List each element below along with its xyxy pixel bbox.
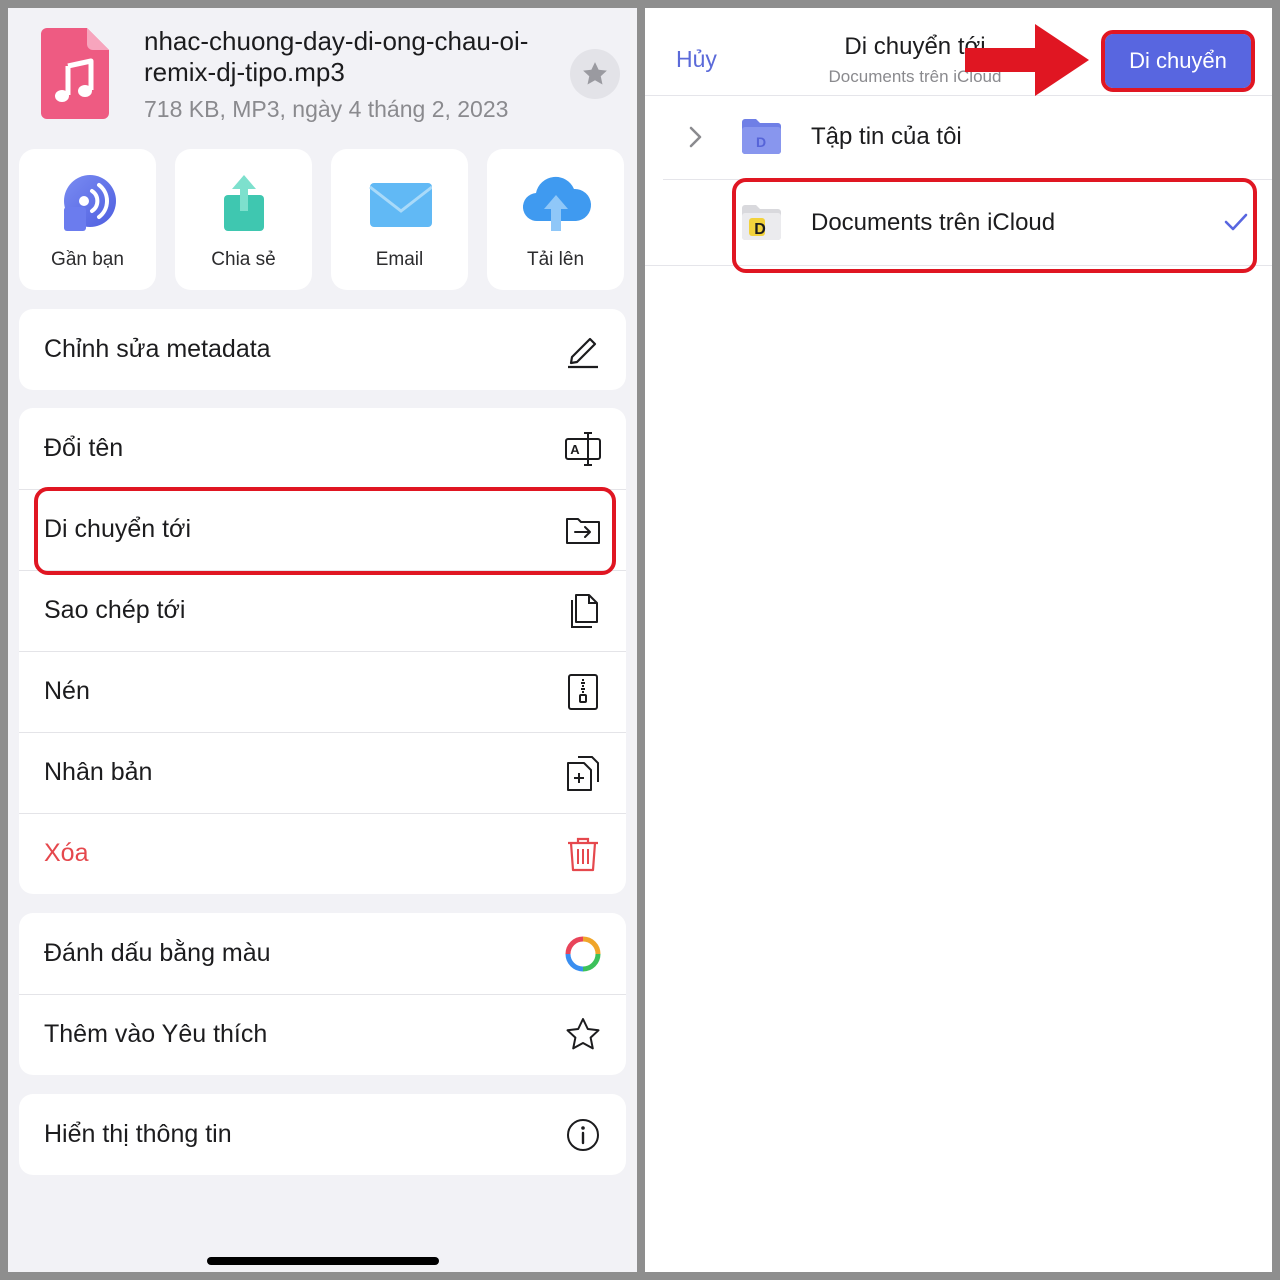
email-label: Email <box>375 249 424 270</box>
folder-row-icloud-documents[interactable]: D Documents trên iCloud <box>645 180 1272 266</box>
star-outline-icon <box>566 1018 600 1050</box>
rename-item[interactable]: Đổi tên A <box>19 408 626 489</box>
show-info-item[interactable]: Hiển thị thông tin <box>19 1094 626 1175</box>
menu-group-metadata: Chỉnh sửa metadata <box>19 309 626 390</box>
cancel-button[interactable]: Hủy <box>676 46 717 73</box>
nearby-icon <box>63 175 116 231</box>
add-favorite-item[interactable]: Thêm vào Yêu thích <box>19 994 626 1075</box>
edit-metadata-item[interactable]: Chỉnh sửa metadata <box>19 309 626 390</box>
duplicate-icon <box>567 756 599 791</box>
rename-icon: A <box>565 432 601 466</box>
nearby-label: Gần bạn <box>51 249 124 270</box>
folder-label: Documents trên iCloud <box>811 209 1056 236</box>
quick-actions: Gần bạn Chia sẻ Email Tải lên <box>19 149 626 290</box>
folder-label: Tập tin của tôi <box>811 123 962 150</box>
folder-row-my-files[interactable]: D Tập tin của tôi <box>645 94 1272 180</box>
color-tag-item[interactable]: Đánh dấu bằng màu <box>19 913 626 994</box>
file-header: nhac-chuong-day-di-ong-chau-oi-remix-dj-… <box>8 8 637 148</box>
cloud-upload-icon <box>522 176 591 231</box>
file-meta: 718 KB, MP3, ngày 4 tháng 2, 2023 <box>144 96 509 122</box>
nearby-button[interactable]: Gần bạn <box>19 149 156 290</box>
compress-item[interactable]: Nén <box>19 651 626 732</box>
folder-icon: D <box>742 119 781 154</box>
chevron-right-icon[interactable] <box>685 124 705 150</box>
trash-icon <box>568 837 598 872</box>
copy-to-item[interactable]: Sao chép tới <box>19 570 626 651</box>
email-icon <box>368 183 432 227</box>
color-wheel-icon <box>565 936 601 972</box>
upload-button[interactable]: Tải lên <box>487 149 624 290</box>
favorite-button[interactable] <box>570 49 620 99</box>
menu-group-tags: Đánh dấu bằng màu Thêm vào Yêu thích <box>19 913 626 1075</box>
copy-to-label: Sao chép tới <box>44 596 186 624</box>
share-icon <box>223 175 264 231</box>
pointer-arrow-icon <box>965 24 1089 96</box>
folder-move-icon <box>566 518 600 544</box>
svg-text:D: D <box>754 221 766 238</box>
email-button[interactable]: Email <box>331 149 468 290</box>
add-favorite-label: Thêm vào Yêu thích <box>44 1020 268 1048</box>
rename-label: Đổi tên <box>44 434 124 462</box>
move-to-dialog: Hủy Di chuyển tới Documents trên iCloud … <box>645 8 1272 1272</box>
delete-label: Xóa <box>44 839 89 867</box>
copy-icon <box>571 594 598 628</box>
menu-group-file-ops: Đổi tên A Di chuyển tới Sao chép tới Nén… <box>19 408 626 894</box>
share-label: Chia sẻ <box>211 249 276 270</box>
menu-group-info: Hiển thị thông tin <box>19 1094 626 1175</box>
zip-icon <box>568 674 598 710</box>
delete-item[interactable]: Xóa <box>19 813 626 894</box>
color-tag-label: Đánh dấu bằng màu <box>44 939 271 967</box>
upload-label: Tải lên <box>526 249 585 270</box>
duplicate-label: Nhân bản <box>44 758 153 786</box>
star-icon <box>583 62 607 85</box>
navigation-bar: Hủy Di chuyển tới Documents trên iCloud … <box>645 8 1272 96</box>
icloud-documents-folder-icon: D <box>742 205 781 240</box>
file-name: nhac-chuong-day-di-ong-chau-oi-remix-dj-… <box>144 26 529 87</box>
svg-text:A: A <box>570 442 580 457</box>
svg-text:D: D <box>756 134 766 150</box>
compress-label: Nén <box>44 677 90 705</box>
home-indicator <box>207 1257 439 1265</box>
music-file-icon <box>41 28 109 119</box>
show-info-label: Hiển thị thông tin <box>44 1120 232 1148</box>
move-confirm-button[interactable]: Di chuyển <box>1105 34 1251 88</box>
share-button[interactable]: Chia sẻ <box>175 149 312 290</box>
pencil-edit-icon <box>568 337 598 369</box>
edit-metadata-label: Chỉnh sửa metadata <box>44 335 271 363</box>
duplicate-item[interactable]: Nhân bản <box>19 732 626 813</box>
info-icon <box>567 1119 599 1151</box>
checkmark-icon <box>1224 213 1248 231</box>
separator <box>645 265 1272 266</box>
move-to-item[interactable]: Di chuyển tới <box>19 489 626 570</box>
move-to-label: Di chuyển tới <box>44 515 192 543</box>
file-actions-sheet: nhac-chuong-day-di-ong-chau-oi-remix-dj-… <box>8 8 637 1272</box>
